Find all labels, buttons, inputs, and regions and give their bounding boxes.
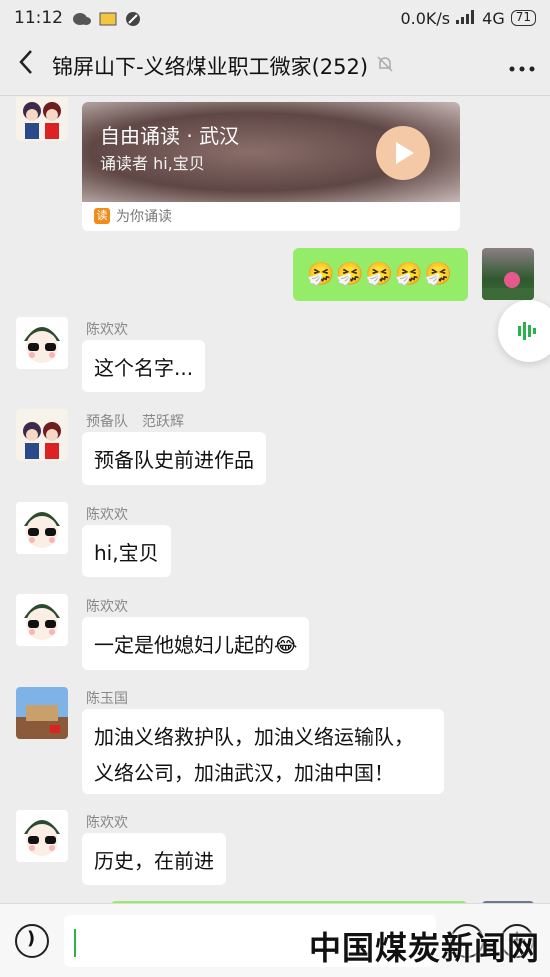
sender-name: 陈欢欢 (86, 599, 128, 615)
my-avatar[interactable] (482, 248, 534, 300)
back-button[interactable] (0, 49, 52, 82)
avatar-chen-yuguo[interactable] (16, 687, 68, 739)
bell-off-icon (376, 55, 394, 77)
signal-icon (456, 9, 476, 28)
message-bubble[interactable]: 加油义络救护队，加油义络运输队， 义络公司，加油武汉，加油中国！ (82, 709, 444, 794)
chat-header: 锦屏山下-义络煤业职工微家(252) (0, 36, 550, 96)
card-footer: 读 为你诵读 (94, 206, 172, 226)
sender-name: 预备队 范跃辉 (86, 414, 184, 430)
message-line: 义络公司，加油武汉，加油中国！ (94, 761, 394, 785)
status-bar: 11:12 0.0K/s 4G 71 (0, 0, 550, 36)
more-dots-icon (509, 66, 535, 72)
block-icon (125, 11, 143, 26)
play-icon[interactable] (376, 126, 430, 180)
read-app-icon: 读 (94, 208, 110, 224)
avatar-chen-huanhuan[interactable] (16, 594, 68, 646)
status-time: 11:12 (14, 8, 63, 28)
chevron-left-icon (19, 50, 32, 74)
card-source: 为你诵读 (116, 209, 172, 225)
chat-title: 锦屏山下-义络煤业职工微家(252) (52, 54, 369, 79)
message-line: 加油义络救护队，加油义络运输队， (94, 725, 414, 749)
network-type: 4G (482, 8, 505, 28)
voice-input-button[interactable] (15, 924, 49, 958)
avatar-chen-huanhuan[interactable] (16, 810, 68, 862)
battery-icon: 71 (510, 10, 536, 26)
input-bar: + 中国煤炭新闻网 (0, 903, 550, 977)
sender-name: 陈欢欢 (86, 815, 128, 831)
text-cursor (74, 929, 76, 957)
app-notification-icon (99, 11, 117, 26)
sender-name: 陈玉国 (86, 691, 128, 707)
more-button[interactable] (494, 53, 550, 78)
share-card[interactable]: 自由诵读 · 武汉 诵读者 hi,宝贝 读 为你诵读 (82, 102, 460, 231)
card-title: 自由诵读 · 武汉 (100, 124, 240, 148)
sender-name: 陈欢欢 (86, 507, 128, 523)
my-message-bubble[interactable]: 🤧🤧🤧🤧🤧 (293, 248, 468, 301)
message-bubble[interactable]: 一定是他媳妇儿起的😂 (82, 617, 310, 670)
waveform-icon (518, 322, 536, 340)
card-subtitle: 诵读者 hi,宝贝 (100, 154, 205, 173)
network-speed: 0.0K/s (400, 8, 451, 28)
avatar-couple[interactable] (16, 97, 68, 141)
watermark: 中国煤炭新闻网 (308, 929, 540, 967)
avatar-chen-huanhuan[interactable] (16, 502, 68, 554)
message-bubble[interactable]: 历史，在前进 (82, 833, 226, 885)
wechat-icon (73, 11, 91, 25)
voice-to-text-button[interactable] (498, 300, 550, 362)
avatar-couple[interactable] (16, 409, 68, 461)
status-right: 0.0K/s 4G 71 (400, 9, 536, 28)
message-bubble[interactable]: 预备队史前进作品 (82, 432, 266, 485)
message-bubble[interactable]: 这个名字... (82, 340, 206, 392)
message-bubble[interactable]: hi,宝贝 (82, 525, 171, 577)
message-list[interactable]: 自由诵读 · 武汉 诵读者 hi,宝贝 读 为你诵读 🤧🤧🤧🤧🤧 陈欢欢 这个名… (0, 97, 550, 903)
sender-name: 陈欢欢 (86, 322, 128, 338)
avatar-chen-huanhuan[interactable] (16, 317, 68, 369)
